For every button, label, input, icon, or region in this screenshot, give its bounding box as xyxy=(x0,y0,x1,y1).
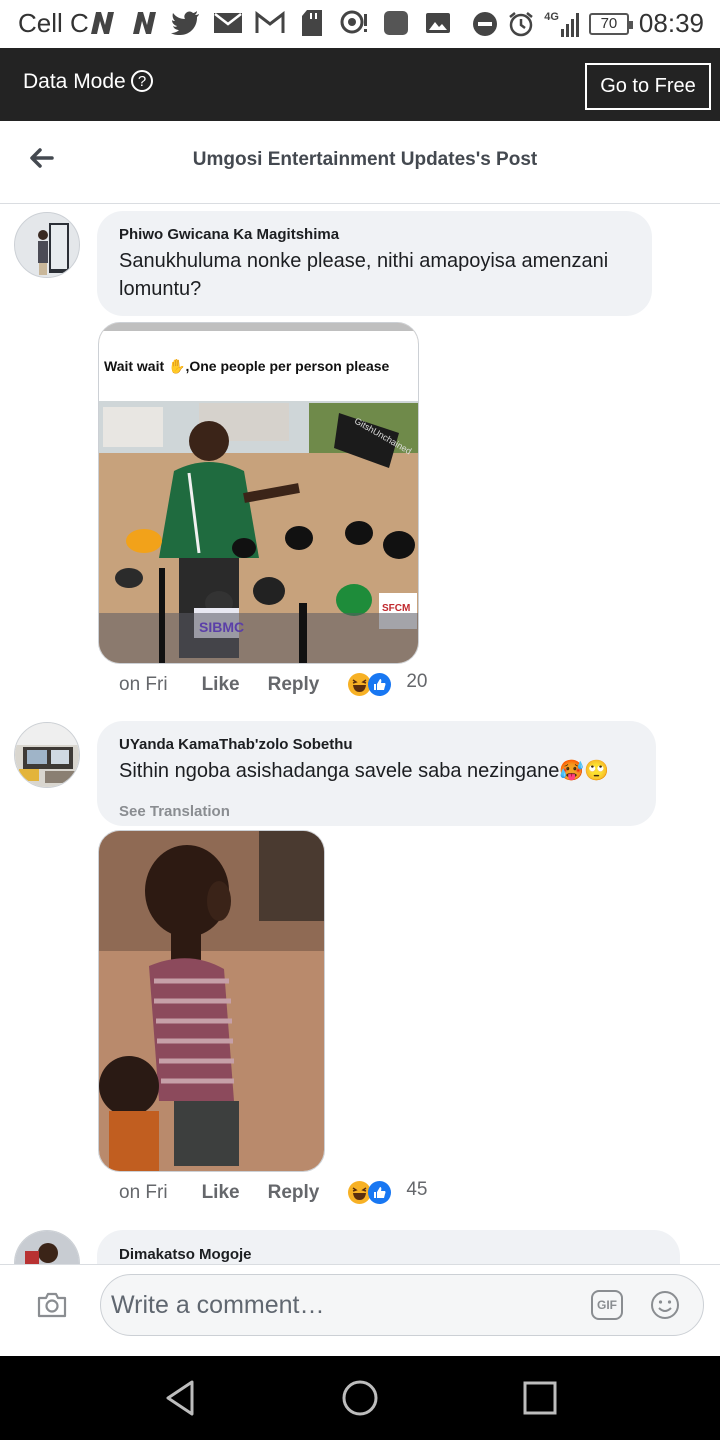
comment-actions: on Fri Like Reply 45 xyxy=(119,1178,428,1205)
status-bar: Cell C 4G 70 08:39 xyxy=(0,0,720,48)
emoji-icon[interactable] xyxy=(649,1289,681,1321)
comment-bubble: UYanda KamaThab'zolo Sobethu Sithin ngob… xyxy=(97,721,656,826)
post-header: Umgosi Entertainment Updates's Post xyxy=(0,121,720,204)
gmail-icon xyxy=(254,8,286,38)
comment-bubble: Dimakatso Mogoje xyxy=(97,1230,680,1264)
comment-time: on Fri xyxy=(119,1181,168,1203)
comment-text: Sithin ngoba asishadanga savele saba nez… xyxy=(119,760,610,782)
recents-nav-icon[interactable] xyxy=(520,1378,560,1418)
comment-author[interactable]: UYanda KamaThab'zolo Sobethu xyxy=(119,736,353,753)
battery-level: 70 xyxy=(600,15,618,32)
reply-button[interactable]: Reply xyxy=(268,1182,320,1204)
comment-bubble: Phiwo Gwicana Ka Magitshima Sanukhuluma … xyxy=(97,211,652,316)
comment-input-box[interactable]: GIF xyxy=(100,1274,704,1336)
sd-card-icon xyxy=(296,8,328,38)
reply-button[interactable]: Reply xyxy=(268,674,320,696)
reactions[interactable]: 45 xyxy=(347,1178,428,1205)
like-button[interactable]: Like xyxy=(202,674,240,696)
gif-button[interactable]: GIF xyxy=(591,1290,623,1320)
go-to-free-button[interactable]: Go to Free xyxy=(585,63,711,110)
comment-photo-press-meme[interactable]: Wait wait ✋,One people per person please… xyxy=(98,322,419,664)
gallery-icon xyxy=(422,8,454,38)
network-type-label: 4G xyxy=(544,10,559,23)
battery-icon: 70 xyxy=(588,12,633,35)
avatar[interactable] xyxy=(14,212,80,278)
news-n-icon xyxy=(86,8,118,38)
comment-text-line: Sanukhuluma nonke please, nithi amapoyis… xyxy=(119,250,609,272)
clock: 08:39 xyxy=(638,8,704,38)
comment-input[interactable] xyxy=(111,1285,581,1325)
like-reaction-icon xyxy=(368,673,392,696)
alarm-icon xyxy=(509,11,534,36)
reaction-count: 20 xyxy=(406,670,428,692)
email-icon xyxy=(212,8,244,38)
help-icon[interactable]: ? xyxy=(131,70,153,92)
comment-photo-child[interactable] xyxy=(98,830,325,1172)
app-notification-icon xyxy=(380,8,412,38)
comment-author[interactable]: Phiwo Gwicana Ka Magitshima xyxy=(119,226,339,243)
photo-caption: Wait wait ✋,One people per person please xyxy=(104,358,390,374)
comment-actions: on Fri Like Reply 20 xyxy=(119,670,428,697)
like-reaction-icon xyxy=(368,1181,392,1204)
notification-icons xyxy=(86,8,454,38)
mic-label: SFCM xyxy=(382,603,411,614)
mic-label: SIBMC xyxy=(199,619,245,635)
page-title: Umgosi Entertainment Updates's Post xyxy=(192,149,538,170)
news-n-icon xyxy=(128,8,160,38)
comment-text-line: lomuntu? xyxy=(119,278,202,300)
carrier-name: Cell C xyxy=(18,8,89,38)
system-status-icons: 4G 70 08:39 xyxy=(472,8,704,39)
reactions[interactable]: 20 xyxy=(347,670,428,697)
comment-composer: GIF xyxy=(0,1264,720,1356)
camera-icon[interactable] xyxy=(36,1291,68,1319)
comment-author[interactable]: Dimakatso Mogoje xyxy=(119,1246,252,1263)
signal-icon: 4G xyxy=(544,11,579,37)
avatar[interactable] xyxy=(14,1230,80,1264)
data-mode-bar: Data Mode ? Go to Free xyxy=(0,48,720,121)
see-translation-link[interactable]: See Translation xyxy=(119,803,230,820)
home-nav-icon[interactable] xyxy=(340,1378,380,1418)
twitter-icon xyxy=(170,8,202,38)
back-nav-icon[interactable] xyxy=(160,1378,200,1418)
comment-time: on Fri xyxy=(119,673,168,695)
do-not-disturb-icon xyxy=(473,11,498,36)
data-mode-label: Data Mode xyxy=(23,70,126,93)
hotspot-icon xyxy=(338,8,370,38)
comment-text: Sanukhuluma nonke please, nithi amapoyis… xyxy=(119,247,608,303)
like-button[interactable]: Like xyxy=(202,1182,240,1204)
avatar[interactable] xyxy=(14,722,80,788)
reaction-count: 45 xyxy=(406,1178,428,1200)
android-nav-bar xyxy=(0,1356,720,1440)
